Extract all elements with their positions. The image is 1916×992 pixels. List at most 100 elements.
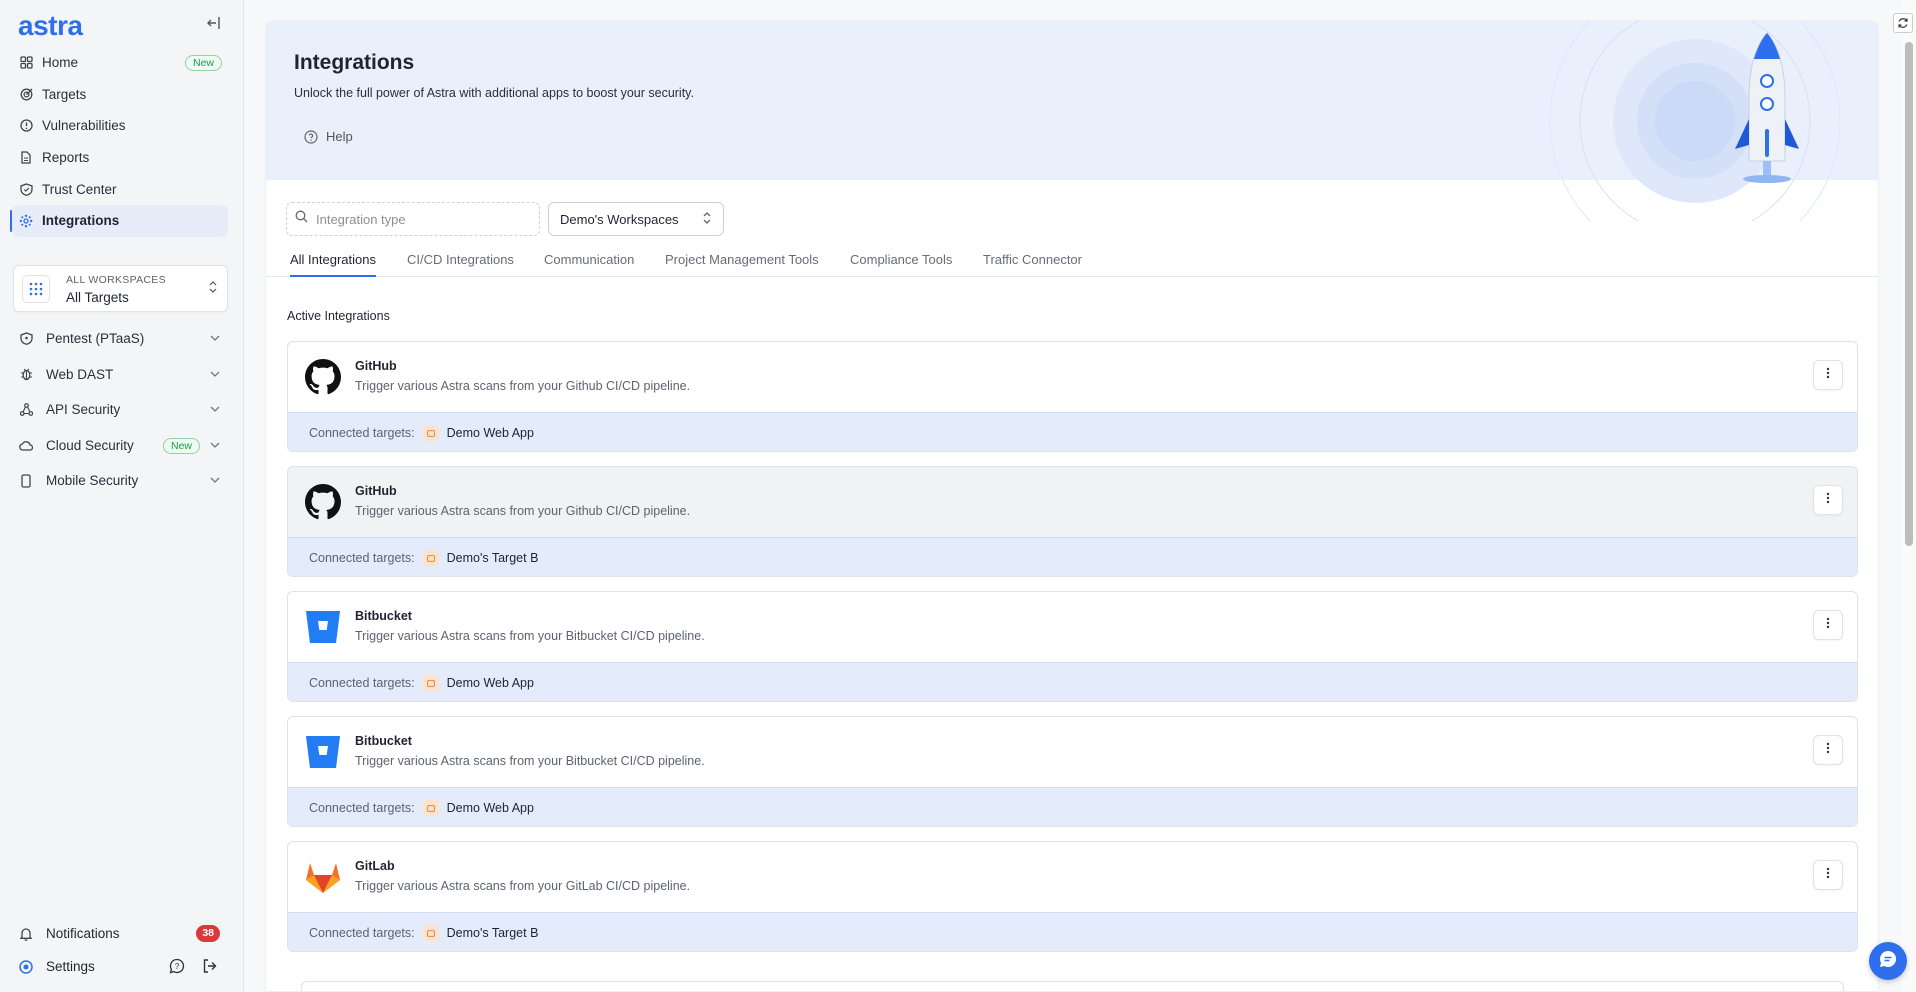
connected-targets-label: Connected targets: — [309, 551, 415, 565]
group-mobile-security[interactable]: Mobile Security — [12, 463, 228, 499]
more-options-button[interactable] — [1813, 360, 1843, 390]
collapse-sidebar-icon[interactable] — [204, 16, 222, 34]
connected-targets: Connected targets: Demo Web App — [288, 412, 1857, 451]
tab-compliance-tools[interactable]: Compliance Tools — [850, 252, 952, 277]
search-input[interactable] — [316, 211, 526, 227]
chevron-down-icon[interactable] — [208, 331, 222, 345]
target-name: Demo's Target B — [446, 551, 539, 565]
nav-item-integrations[interactable]: Integrations — [10, 204, 228, 237]
alert-circle-icon — [18, 118, 34, 134]
support-chat-button[interactable] — [1869, 942, 1907, 980]
integration-card-header: Bitbucket Trigger various Astra scans fr… — [288, 592, 1857, 662]
settings-label: Settings — [46, 959, 95, 974]
nav-item-targets[interactable]: Targets — [12, 79, 228, 111]
nav-label: Reports — [42, 150, 90, 166]
group-cloud-security[interactable]: Cloud Security New — [12, 428, 228, 464]
chevron-down-icon[interactable] — [208, 473, 222, 487]
more-options-button[interactable] — [1813, 735, 1843, 765]
main-nav: Home New Targets Vulnerabilities Reports… — [10, 47, 228, 237]
group-web-dast[interactable]: Web DAST — [12, 357, 228, 393]
tab-traffic-connector[interactable]: Traffic Connector — [983, 252, 1082, 277]
new-badge: New — [184, 55, 222, 71]
nav-label: Trust Center — [42, 181, 117, 197]
workspace-switcher[interactable]: ALL WORKSPACES All Targets — [13, 265, 228, 312]
nav-item-trust-center[interactable]: Trust Center — [12, 173, 228, 205]
connected-targets-label: Connected targets: — [309, 801, 415, 815]
integration-search[interactable] — [286, 202, 540, 236]
gitlab-icon — [305, 859, 341, 895]
grid-icon — [18, 55, 34, 71]
astra-logo[interactable]: astra — [18, 10, 83, 42]
workspace-value: All Targets — [66, 290, 129, 305]
cloud-icon — [18, 437, 34, 453]
nav-label: Vulnerabilities — [42, 118, 126, 134]
target-name: Demo Web App — [446, 426, 534, 440]
rocket-illustration — [1540, 21, 1841, 267]
github-icon — [305, 484, 341, 520]
workspace-select[interactable]: Demo's Workspaces — [548, 202, 724, 236]
help-chat-icon[interactable]: ? — [168, 957, 186, 975]
bell-icon — [18, 926, 34, 942]
integration-name: GitHub — [355, 484, 397, 498]
integration-description: Trigger various Astra scans from your Bi… — [355, 629, 705, 643]
main-content: Integrations Unlock the full power of As… — [265, 20, 1879, 992]
integration-card[interactable]: Bitbucket Trigger various Astra scans fr… — [287, 591, 1858, 702]
tab-cicd-integrations[interactable]: CI/CD Integrations — [407, 252, 514, 277]
settings-button[interactable]: Settings ? — [12, 950, 228, 983]
target-name: Demo Web App — [446, 676, 534, 690]
logout-icon[interactable] — [201, 957, 219, 975]
mobile-icon — [18, 473, 34, 489]
nav-item-home[interactable]: Home New — [12, 47, 228, 79]
apps-grid-icon — [22, 275, 50, 303]
kebab-icon — [1826, 616, 1830, 634]
chevron-down-icon[interactable] — [208, 438, 222, 452]
web-target-icon — [422, 550, 439, 566]
user-settings-icon — [18, 959, 34, 975]
sidebar: astra Home New Targets Vulnerabilities R… — [0, 0, 244, 992]
integration-card-header: GitLab Trigger various Astra scans from … — [288, 842, 1857, 912]
help-link[interactable]: Help — [304, 129, 353, 144]
more-options-button[interactable] — [1813, 610, 1843, 640]
updown-caret-icon — [703, 212, 711, 227]
nav-item-vulnerabilities[interactable]: Vulnerabilities — [12, 110, 228, 142]
tab-communication[interactable]: Communication — [544, 252, 634, 277]
tab-all-integrations[interactable]: All Integrations — [290, 252, 376, 277]
integration-card-partial — [301, 981, 1844, 991]
group-label: Cloud Security — [46, 437, 134, 453]
integration-card[interactable]: GitHub Trigger various Astra scans from … — [287, 466, 1858, 577]
connected-targets-label: Connected targets: — [309, 426, 415, 440]
kebab-icon — [1826, 741, 1830, 759]
target-icon — [18, 86, 34, 102]
target-chip[interactable]: Demo Web App — [422, 800, 534, 816]
integration-card[interactable]: GitHub Trigger various Astra scans from … — [287, 341, 1858, 452]
target-chip[interactable]: Demo Web App — [422, 675, 534, 691]
nav-label: Integrations — [42, 213, 120, 229]
nav-item-reports[interactable]: Reports — [12, 142, 228, 174]
scrollbar-thumb[interactable] — [1905, 42, 1913, 546]
notifications-button[interactable]: Notifications 38 — [12, 917, 228, 950]
integration-card[interactable]: GitLab Trigger various Astra scans from … — [287, 841, 1858, 952]
chevron-down-icon[interactable] — [208, 367, 222, 381]
help-circle-icon — [304, 129, 318, 144]
connected-targets: Connected targets: Demo Web App — [288, 662, 1857, 701]
integration-name: Bitbucket — [355, 609, 412, 623]
group-pentest[interactable]: Pentest (PTaaS) — [12, 321, 228, 357]
target-chip[interactable]: Demo's Target B — [422, 550, 539, 566]
page-header: Integrations Unlock the full power of As… — [266, 21, 1878, 267]
integration-description: Trigger various Astra scans from your Gi… — [355, 879, 691, 893]
chevron-down-icon[interactable] — [208, 402, 222, 416]
group-api-security[interactable]: API Security — [12, 392, 228, 428]
kebab-icon — [1826, 491, 1830, 509]
tab-project-management-tools[interactable]: Project Management Tools — [665, 252, 819, 277]
more-options-button[interactable] — [1813, 485, 1843, 515]
product-groups: Pentest (PTaaS) Web DAST API Security Cl… — [12, 321, 228, 499]
group-label: Pentest (PTaaS) — [46, 331, 145, 347]
notifications-label: Notifications — [46, 926, 120, 941]
active-integrations-heading: Active Integrations — [287, 309, 390, 323]
refresh-icon[interactable] — [1893, 13, 1913, 33]
integration-description: Trigger various Astra scans from your Gi… — [355, 504, 691, 518]
more-options-button[interactable] — [1813, 860, 1843, 890]
target-chip[interactable]: Demo Web App — [422, 425, 534, 441]
target-chip[interactable]: Demo's Target B — [422, 925, 538, 941]
integration-card[interactable]: Bitbucket Trigger various Astra scans fr… — [287, 716, 1858, 827]
